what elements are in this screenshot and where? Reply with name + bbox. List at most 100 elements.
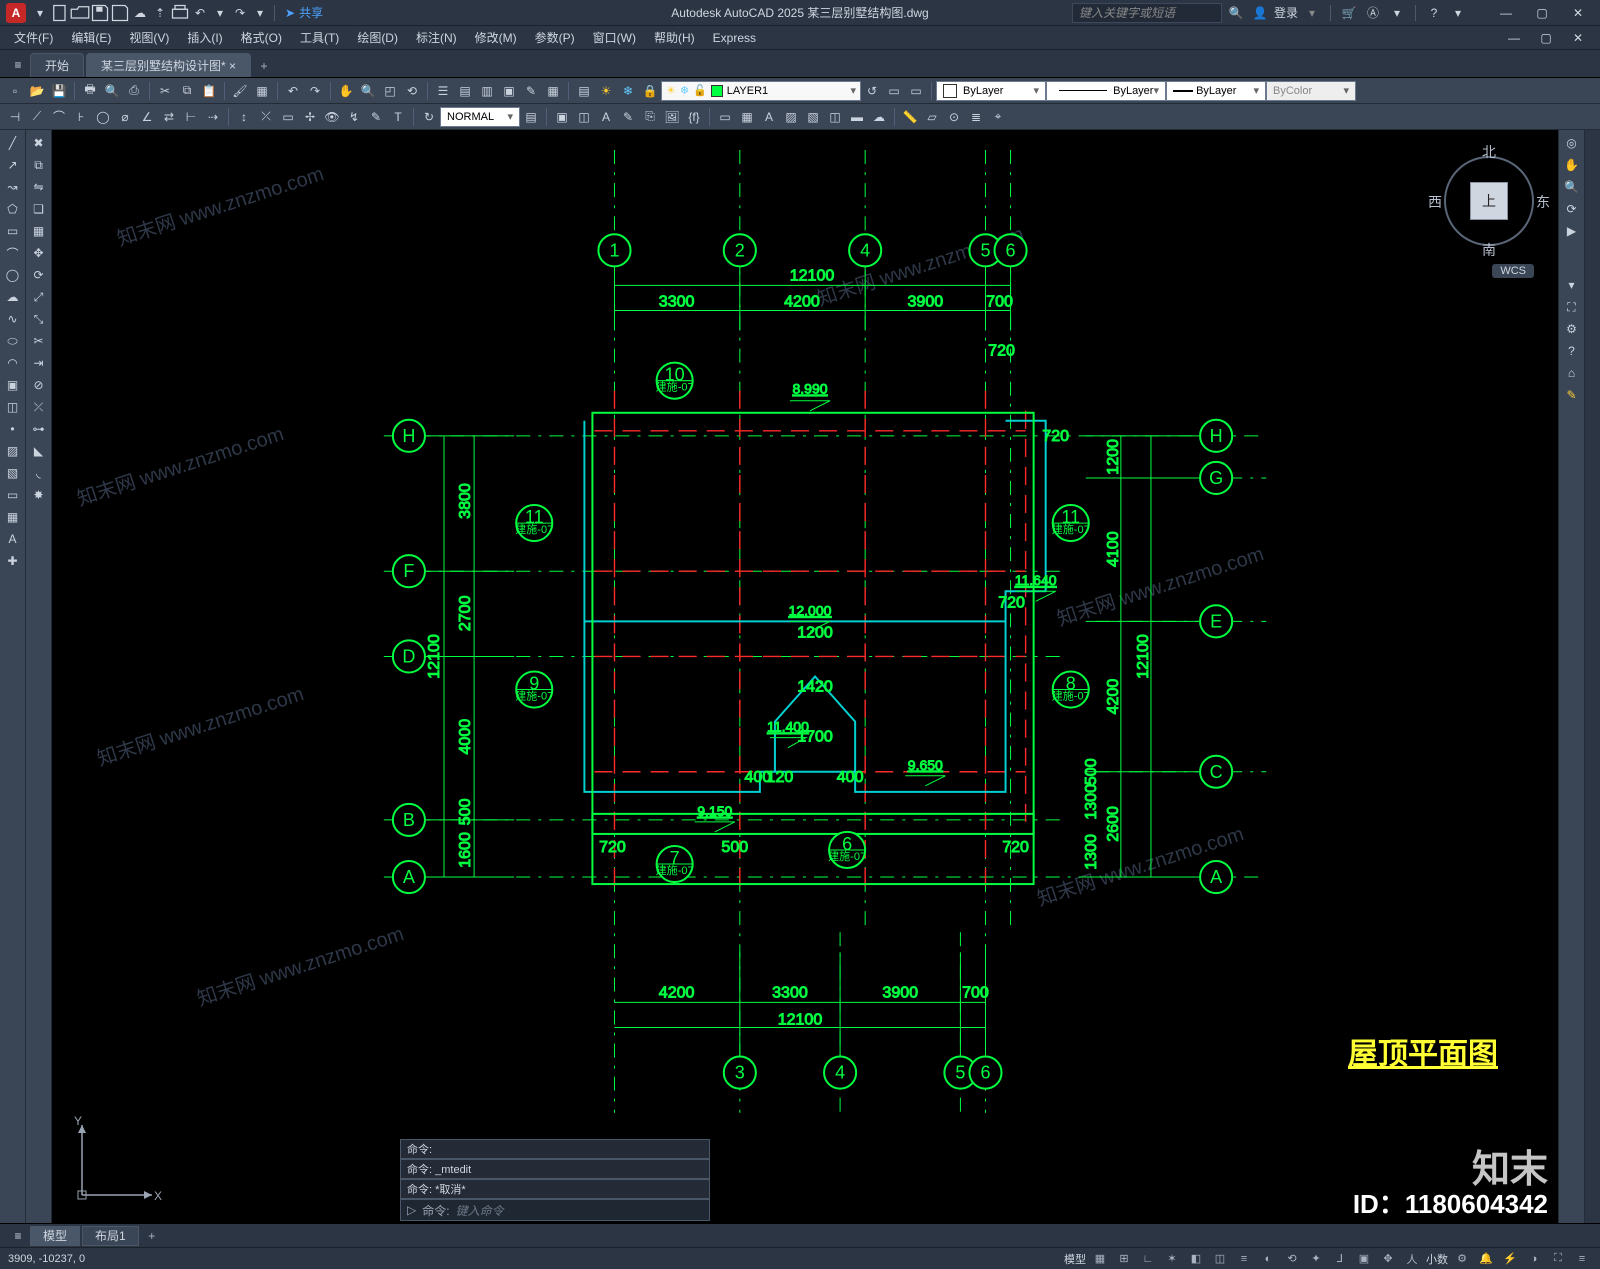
dimstyle-manager-icon[interactable]: ▤ (520, 106, 542, 128)
wipeout-icon[interactable]: ▬ (846, 106, 868, 128)
nav-compress-icon[interactable]: ▾ (1561, 275, 1583, 295)
vertical-scrollbar[interactable] (1584, 130, 1600, 1223)
chamfer-icon[interactable]: ◣ (28, 441, 50, 461)
pan-icon[interactable]: ✋ (335, 80, 357, 102)
zoom-extents-icon[interactable]: 🔍 (1561, 177, 1583, 197)
cart-icon[interactable]: 🛒 (1339, 3, 1359, 23)
linetype-dropdown[interactable]: ByLayer▾ (1046, 81, 1166, 101)
web-save-icon[interactable]: ⇡ (150, 3, 170, 23)
dynucs-icon[interactable]: ⅃ (1330, 1250, 1350, 1268)
save-doc-icon[interactable]: 💾 (48, 80, 70, 102)
qcalc-icon[interactable]: ▦ (542, 80, 564, 102)
array-icon[interactable]: ▦ (28, 221, 50, 241)
fillet-icon[interactable]: ◟ (28, 463, 50, 483)
tolerance-icon[interactable]: ▭ (277, 106, 299, 128)
selection-filter-icon[interactable]: ▣ (1354, 1250, 1374, 1268)
osnap-toggle-icon[interactable]: ◫ (1210, 1250, 1230, 1268)
menu-window[interactable]: 窗口(W) (585, 27, 644, 49)
explode-icon[interactable]: ✸ (28, 485, 50, 505)
undo-menu-icon[interactable]: ▾ (210, 3, 230, 23)
navwheel-icon[interactable]: ◎ (1561, 133, 1583, 153)
trim-icon[interactable]: ✂ (28, 331, 50, 351)
dist-icon[interactable]: 📏 (899, 106, 921, 128)
zoom-prev-icon[interactable]: ⟲ (401, 80, 423, 102)
web-open-icon[interactable]: ☁ (130, 3, 150, 23)
tab-add-button[interactable]: + (253, 55, 275, 77)
inspect-icon[interactable]: 👁 (321, 106, 343, 128)
point-icon[interactable]: • (2, 419, 24, 439)
locate-icon[interactable]: ⌖ (987, 106, 1009, 128)
window-minimize[interactable]: — (1490, 3, 1522, 23)
plot-icon[interactable] (170, 3, 190, 23)
app-menu-icon[interactable]: ▾ (1387, 3, 1407, 23)
region-icon2[interactable]: ▭ (2, 485, 24, 505)
rect-icon[interactable]: ▭ (2, 221, 24, 241)
layer-props-icon[interactable]: ▤ (573, 80, 595, 102)
pline-icon[interactable]: ↝ (2, 177, 24, 197)
dimstyle-dropdown[interactable]: NORMAL▾ (440, 107, 520, 127)
redo-icon2[interactable]: ↷ (304, 80, 326, 102)
nav-full-icon[interactable]: ⛶ (1561, 297, 1583, 317)
nav-home-icon[interactable]: ⌂ (1561, 363, 1583, 383)
doc-restore[interactable]: ▢ (1530, 28, 1562, 48)
scale-icon[interactable]: ⤢ (28, 287, 50, 307)
tab-close-icon[interactable]: × (229, 59, 236, 73)
command-line[interactable]: 命令: 命令: _mtedit 命令: *取消* ▷ 命令: 键入命令 (400, 1139, 710, 1221)
nav-settings-icon[interactable]: ⚙ (1561, 319, 1583, 339)
layer-prev-icon[interactable]: ↺ (861, 80, 883, 102)
area-icon[interactable]: ▱ (921, 106, 943, 128)
redo-icon[interactable]: ↷ (230, 3, 250, 23)
zoom-window-icon[interactable]: ◰ (379, 80, 401, 102)
showmotion-icon[interactable]: ▶ (1561, 221, 1583, 241)
create-block-icon[interactable]: ◫ (573, 106, 595, 128)
menu-view[interactable]: 视图(V) (121, 27, 177, 49)
hatch-icon[interactable]: ▨ (780, 106, 802, 128)
gradient-icon2[interactable]: ▧ (2, 463, 24, 483)
match-prop-icon[interactable]: 🖌 (229, 80, 251, 102)
save-icon[interactable] (90, 3, 110, 23)
layer-freeze-icon[interactable]: ❄ (617, 80, 639, 102)
menu-file[interactable]: 文件(F) (6, 27, 61, 49)
tab-start[interactable]: 开始 (30, 53, 84, 77)
nav-pencil-icon[interactable]: ✎ (1561, 385, 1583, 405)
dim-edit-icon[interactable]: ✎ (365, 106, 387, 128)
copy-obj-icon[interactable]: ⧉ (28, 155, 50, 175)
open-doc-icon[interactable]: 📂 (26, 80, 48, 102)
login-label[interactable]: 登录 (1274, 4, 1298, 21)
nav-help-icon[interactable]: ? (1561, 341, 1583, 361)
saveas-icon[interactable] (110, 3, 130, 23)
menu-dim[interactable]: 标注(N) (408, 27, 465, 49)
line-icon[interactable]: ╱ (2, 133, 24, 153)
undo-icon[interactable]: ↶ (190, 3, 210, 23)
dim-space-icon[interactable]: ↕ (233, 106, 255, 128)
plot-icon2[interactable]: 🖶 (79, 80, 101, 102)
sheet-set-icon[interactable]: ▣ (498, 80, 520, 102)
circle-icon[interactable]: ◯ (2, 265, 24, 285)
new-doc-icon[interactable]: ▫ (4, 80, 26, 102)
revcloud-icon[interactable]: ☁ (868, 106, 890, 128)
dim-radius-icon[interactable]: ◯ (92, 106, 114, 128)
viewcube[interactable]: 上 北 南 西 东 (1434, 146, 1544, 256)
ellipse-arc-icon[interactable]: ◠ (2, 353, 24, 373)
dim-continue-icon[interactable]: ⇢ (202, 106, 224, 128)
ellipse-icon[interactable]: ⬭ (2, 331, 24, 351)
dim-update-icon[interactable]: ↻ (418, 106, 440, 128)
center-mark-icon[interactable]: ✢ (299, 106, 321, 128)
rotate-icon[interactable]: ⟳ (28, 265, 50, 285)
menu-param[interactable]: 参数(P) (527, 27, 583, 49)
paste-icon[interactable]: 📋 (198, 80, 220, 102)
spline-icon[interactable]: ∿ (2, 309, 24, 329)
layer-iso-icon[interactable]: ▭ (905, 80, 927, 102)
dim-quick-icon[interactable]: ⇄ (158, 106, 180, 128)
orbit-icon[interactable]: ⟳ (1561, 199, 1583, 219)
annotation-scale-icon[interactable]: 人 (1402, 1250, 1422, 1268)
lineweight-dropdown[interactable]: ByLayer▾ (1166, 81, 1266, 101)
help-icon[interactable]: ? (1424, 3, 1444, 23)
join-icon[interactable]: ⊶ (28, 419, 50, 439)
break-icon[interactable]: ⤫ (28, 397, 50, 417)
polar-toggle-icon[interactable]: ✶ (1162, 1250, 1182, 1268)
dim-break-icon[interactable]: ⤫ (255, 106, 277, 128)
dim-baseline-icon[interactable]: ⊢ (180, 106, 202, 128)
block-editor-icon[interactable]: ▦ (251, 80, 273, 102)
new-icon[interactable] (50, 3, 70, 23)
